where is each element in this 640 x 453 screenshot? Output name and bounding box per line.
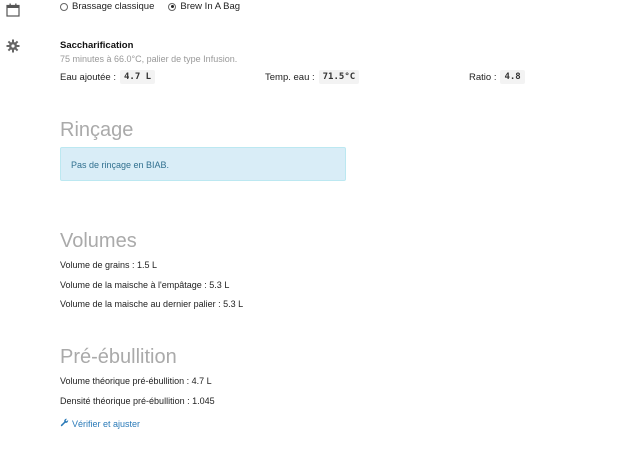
wrench-icon [60, 418, 69, 429]
param-label: Ratio : [469, 71, 497, 83]
pre-boil-line: Densité théorique pré-ébullition : 1.045 [60, 396, 215, 406]
link-label: Vérifier et ajuster [72, 418, 141, 429]
gear-icon[interactable] [6, 39, 20, 53]
param-water-temp: Temp. eau : 71.5°C [265, 70, 360, 84]
section-heading-volumes: Volumes [60, 230, 137, 252]
param-value: 4.8 [500, 70, 525, 84]
radio-circle[interactable] [168, 2, 177, 11]
step-title: Saccharification [60, 40, 134, 51]
param-value: 4.7 L [120, 70, 156, 84]
param-label: Temp. eau : [265, 71, 315, 83]
step-description: 75 minutes à 66.0°C, palier de type Infu… [60, 54, 238, 64]
radio-circle[interactable] [60, 2, 68, 11]
param-value: 71.5°C [318, 70, 360, 84]
info-alert: Pas de rinçage en BIAB. [60, 147, 346, 181]
param-water-added: Eau ajoutée : 4.7 L [60, 70, 156, 84]
volume-line: Volume de la maische au dernier palier :… [60, 299, 244, 309]
section-heading-rincage: Rinçage [60, 119, 134, 141]
section-heading-pre-ebullition: Pré-ébullition [60, 346, 177, 368]
brewing-method-selector: Brassage classique Brew In A Bag [60, 1, 240, 12]
verify-adjust-link[interactable]: Vérifier et ajuster [60, 418, 140, 429]
param-ratio: Ratio : 4.8 [469, 70, 525, 84]
calendar-icon[interactable] [6, 3, 20, 17]
param-label: Eau ajoutée : [60, 71, 116, 83]
volume-line: Volume de la maische à l'empâtage : 5.3 … [60, 280, 230, 290]
radio-label: Brassage classique [72, 1, 155, 12]
radio-brew-in-a-bag[interactable]: Brew In A Bag [168, 1, 240, 12]
radio-label: Brew In A Bag [180, 1, 241, 12]
pre-boil-line: Volume théorique pré-ébullition : 4.7 L [60, 376, 212, 386]
radio-brassage-classique[interactable]: Brassage classique [60, 1, 154, 12]
volume-line: Volume de grains : 1.5 L [60, 260, 158, 270]
